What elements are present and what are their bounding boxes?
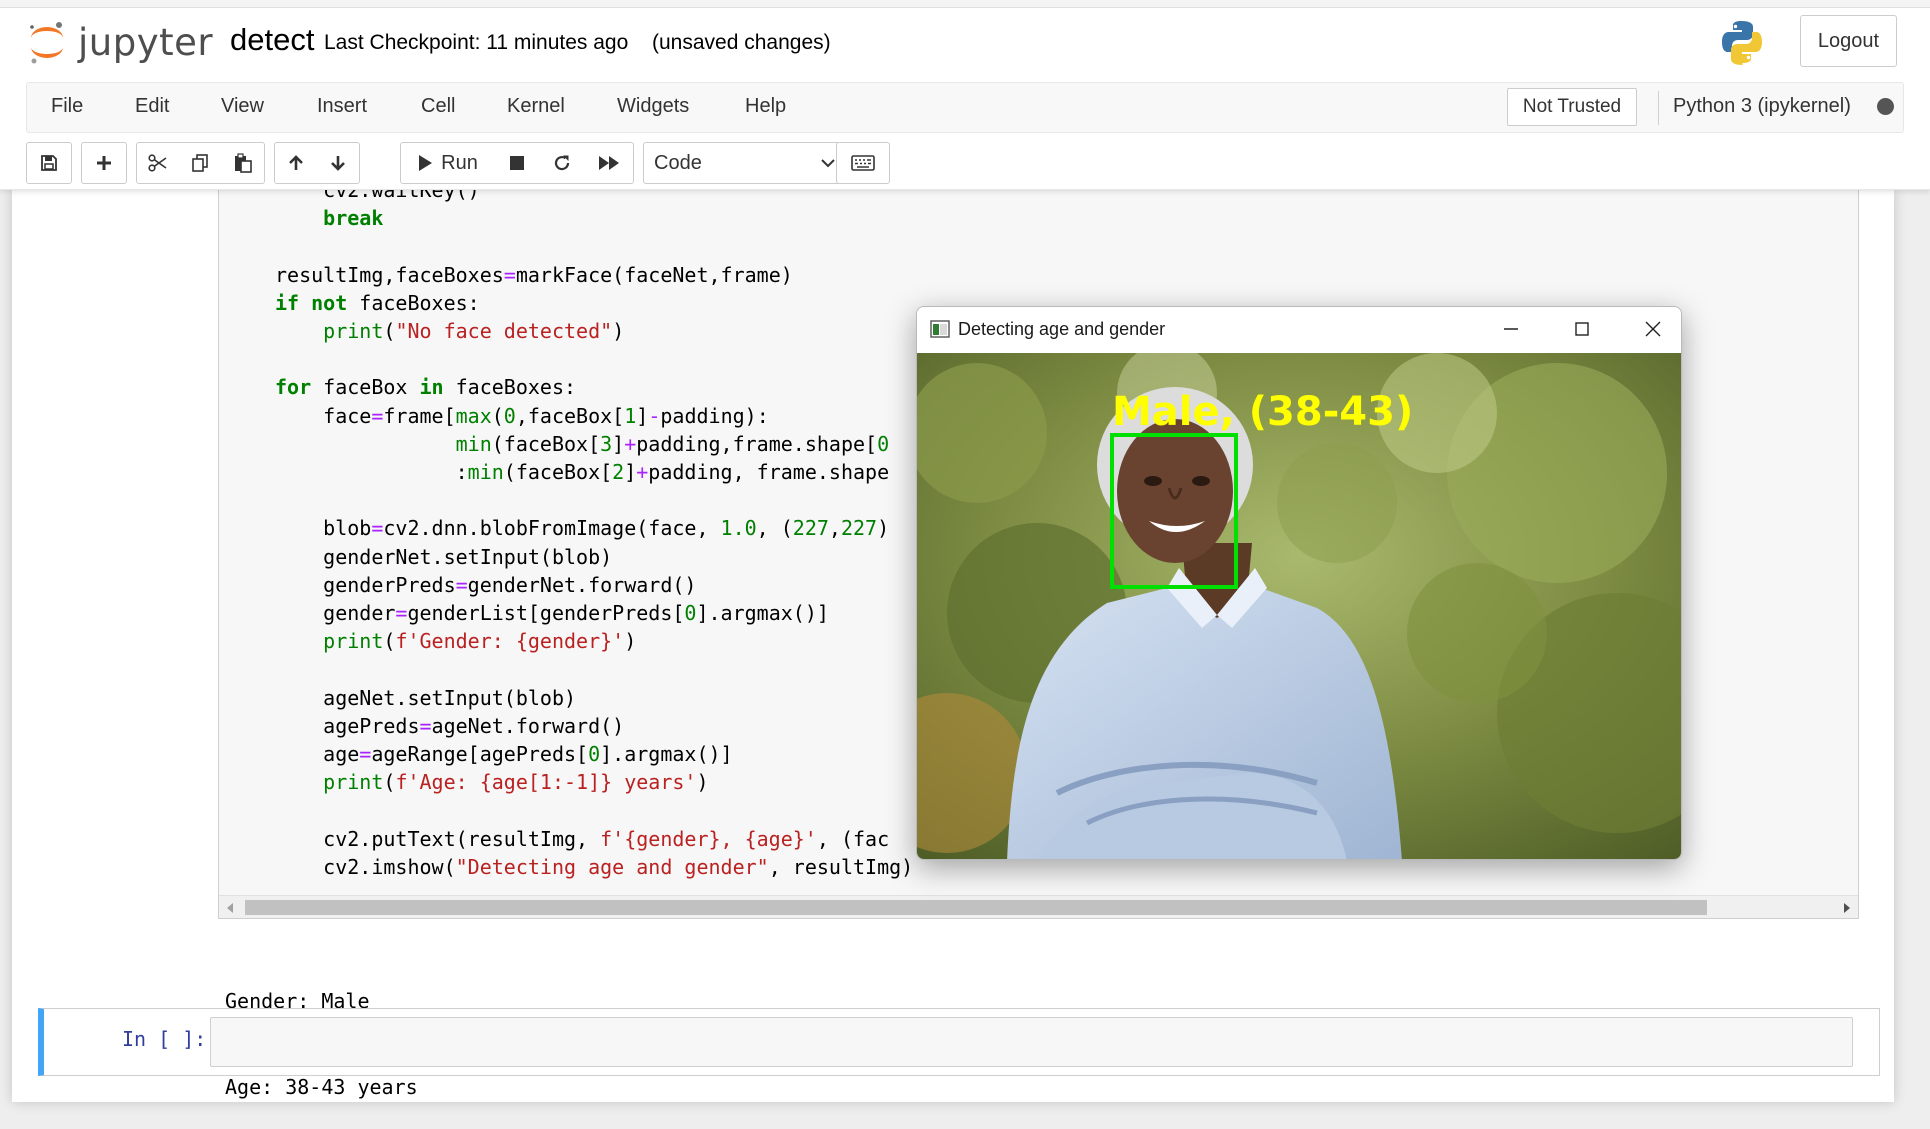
logout-button[interactable]: Logout bbox=[1800, 15, 1897, 67]
insert-cell-button[interactable] bbox=[81, 142, 127, 184]
prediction-label: Male, (38-43) bbox=[1112, 389, 1413, 435]
minimize-icon[interactable] bbox=[1501, 319, 1521, 339]
window-title: Detecting age and gender bbox=[958, 319, 1166, 339]
notebook-name[interactable]: detect bbox=[230, 22, 314, 58]
python-logo-icon bbox=[1718, 18, 1766, 71]
window-titlebar[interactable]: Detecting age and gender bbox=[917, 307, 1681, 353]
menu-view[interactable]: View bbox=[221, 95, 264, 118]
run-icon bbox=[419, 155, 433, 171]
menu-insert[interactable]: Insert bbox=[317, 95, 367, 118]
keyboard-icon bbox=[851, 155, 875, 171]
stop-icon bbox=[509, 156, 524, 170]
restart-button[interactable] bbox=[539, 142, 585, 184]
move-down-button[interactable] bbox=[316, 142, 360, 184]
output-line: Age: 38-43 years bbox=[225, 1074, 418, 1099]
chevron-down-icon bbox=[821, 159, 835, 168]
run-button[interactable]: Run bbox=[400, 142, 495, 184]
run-label: Run bbox=[441, 151, 478, 174]
move-up-button[interactable] bbox=[274, 142, 317, 184]
cell-type-value: Code bbox=[654, 151, 702, 174]
checkpoint-status: Last Checkpoint: 11 minutes ago bbox=[324, 31, 629, 54]
autosave-status: (unsaved changes) bbox=[652, 31, 831, 54]
close-icon[interactable] bbox=[1643, 319, 1663, 339]
empty-cell-input[interactable] bbox=[210, 1017, 1853, 1067]
code-line: break bbox=[323, 206, 384, 231]
paste-icon bbox=[234, 153, 252, 173]
menu-file[interactable]: File bbox=[51, 95, 83, 118]
jupyter-logo-icon bbox=[30, 22, 63, 64]
paste-button[interactable] bbox=[221, 142, 265, 184]
menu-cell[interactable]: Cell bbox=[421, 95, 455, 118]
horizontal-scrollbar[interactable] bbox=[219, 895, 1858, 918]
maximize-icon[interactable] bbox=[1572, 319, 1592, 339]
code-line: ​ bbox=[275, 232, 1395, 260]
detection-result-image: Male, (38-43) bbox=[917, 353, 1681, 859]
scroll-left-icon[interactable] bbox=[227, 903, 233, 913]
kernel-status-indicator bbox=[1877, 98, 1894, 115]
code-line: cv2.waitKey() bbox=[275, 190, 480, 202]
input-prompt: In [ ]: bbox=[122, 1027, 207, 1051]
fast-forward-icon bbox=[598, 156, 619, 170]
top-strip bbox=[0, 0, 1930, 8]
menubar: File Edit View Insert Cell Kernel Widget… bbox=[26, 82, 1904, 133]
arrow-down-icon bbox=[330, 156, 345, 171]
arrow-up-icon bbox=[288, 155, 303, 170]
window-app-icon bbox=[930, 320, 950, 338]
logo-text: jupyter bbox=[78, 20, 214, 64]
cell-type-select[interactable]: Code bbox=[643, 142, 847, 184]
kernel-name[interactable]: Python 3 (ipykernel) bbox=[1673, 95, 1851, 118]
notebook-header: jupyter detect Last Checkpoint: 11 minut… bbox=[0, 0, 1930, 190]
opencv-window[interactable]: Detecting age and gender Male, (38-43) bbox=[916, 306, 1682, 860]
scrollbar-thumb[interactable] bbox=[245, 900, 1707, 915]
cut-button[interactable] bbox=[136, 142, 179, 184]
plus-icon bbox=[97, 156, 111, 170]
scroll-right-icon[interactable] bbox=[1844, 903, 1850, 913]
save-icon bbox=[41, 155, 57, 171]
kernel-separator bbox=[1658, 91, 1659, 125]
save-button[interactable] bbox=[26, 142, 72, 184]
menu-edit[interactable]: Edit bbox=[135, 95, 169, 118]
code-line: resultImg,faceBoxes=markFace(faceNet,fra… bbox=[275, 262, 793, 287]
copy-icon bbox=[191, 154, 208, 172]
copy-button[interactable] bbox=[178, 142, 222, 184]
restart-run-all-button[interactable] bbox=[584, 142, 634, 184]
menu-kernel[interactable]: Kernel bbox=[507, 95, 565, 118]
trust-status-button[interactable]: Not Trusted bbox=[1507, 88, 1637, 126]
menu-help[interactable]: Help bbox=[745, 95, 786, 118]
jupyter-logo[interactable]: jupyter bbox=[28, 18, 213, 66]
interrupt-button[interactable] bbox=[494, 142, 540, 184]
cut-icon bbox=[147, 154, 166, 172]
menu-widgets[interactable]: Widgets bbox=[617, 95, 689, 118]
empty-code-cell[interactable]: In [ ]: bbox=[38, 1008, 1880, 1076]
command-palette-button[interactable] bbox=[836, 142, 890, 184]
restart-icon bbox=[554, 155, 569, 171]
